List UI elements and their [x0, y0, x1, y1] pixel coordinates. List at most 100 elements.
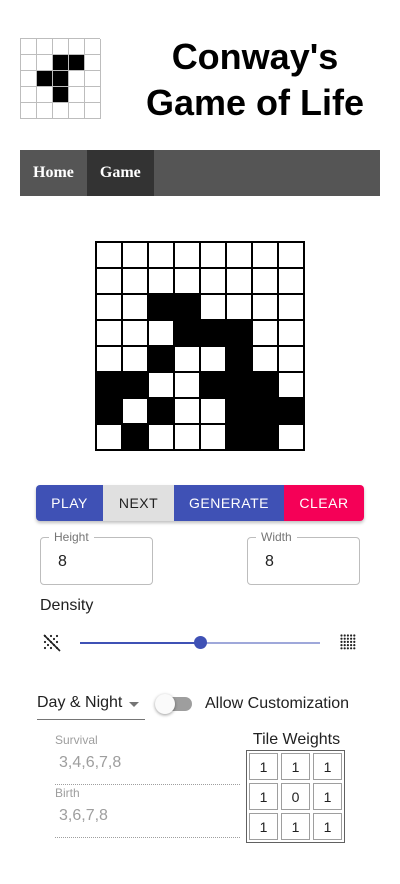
board-cell-dead[interactable] — [227, 269, 251, 293]
height-value[interactable]: 8 — [58, 553, 67, 571]
board-cell-dead[interactable] — [97, 347, 121, 371]
board-cell-alive[interactable] — [201, 321, 225, 345]
board-cell-dead[interactable] — [97, 425, 121, 449]
board-cell-alive[interactable] — [149, 295, 173, 319]
board-cell-dead[interactable] — [279, 243, 303, 267]
logo-cell — [37, 87, 53, 103]
tile-weight-cell: 1 — [249, 813, 278, 840]
width-value[interactable]: 8 — [265, 553, 274, 571]
board-cell-alive[interactable] — [175, 295, 199, 319]
board-cell-dead[interactable] — [175, 399, 199, 423]
width-label: Width — [256, 530, 297, 544]
board-cell-dead[interactable] — [97, 243, 121, 267]
board-cell-alive[interactable] — [123, 373, 147, 397]
board-cell-dead[interactable] — [97, 295, 121, 319]
clear-button[interactable]: CLEAR — [284, 485, 364, 521]
rule-select[interactable]: Day & Night — [37, 692, 145, 720]
tile-weight-cell: 0 — [281, 783, 310, 810]
generate-button[interactable]: GENERATE — [174, 485, 284, 521]
board-cell-dead[interactable] — [149, 243, 173, 267]
board-cell-dead[interactable] — [175, 269, 199, 293]
nav-game[interactable]: Game — [86, 150, 154, 196]
board-cell-alive[interactable] — [123, 425, 147, 449]
play-button[interactable]: PLAY — [36, 485, 103, 521]
board-cell-dead[interactable] — [175, 425, 199, 449]
board-cell-dead[interactable] — [253, 295, 277, 319]
board-cell-dead[interactable] — [201, 269, 225, 293]
rule-select-value: Day & Night — [37, 694, 123, 711]
board-cell-dead[interactable] — [123, 243, 147, 267]
board-cell-alive[interactable] — [227, 399, 251, 423]
board-cell-dead[interactable] — [279, 295, 303, 319]
board-cell-dead[interactable] — [123, 347, 147, 371]
board-cell-dead[interactable] — [227, 295, 251, 319]
board-cell-alive[interactable] — [227, 373, 251, 397]
board-cell-dead[interactable] — [123, 295, 147, 319]
board-cell-dead[interactable] — [175, 347, 199, 371]
board-cell-dead[interactable] — [279, 425, 303, 449]
board-cell-dead[interactable] — [279, 269, 303, 293]
sparse-dots-icon — [43, 634, 61, 652]
board-cell-alive[interactable] — [175, 321, 199, 345]
game-board[interactable] — [95, 241, 305, 451]
board-cell-alive[interactable] — [97, 373, 121, 397]
logo-cell — [69, 103, 85, 119]
board-cell-alive[interactable] — [279, 399, 303, 423]
logo-cell — [69, 39, 85, 55]
board-cell-dead[interactable] — [149, 373, 173, 397]
board-cell-alive[interactable] — [149, 347, 173, 371]
board-cell-alive[interactable] — [97, 399, 121, 423]
board-cell-dead[interactable] — [201, 295, 225, 319]
board-cell-dead[interactable] — [253, 321, 277, 345]
board-cell-dead[interactable] — [201, 399, 225, 423]
logo-cell — [37, 55, 53, 71]
board-cell-dead[interactable] — [175, 373, 199, 397]
logo-cell — [53, 103, 69, 119]
board-cell-dead[interactable] — [97, 269, 121, 293]
board-cell-dead[interactable] — [175, 243, 199, 267]
tile-weight-cell: 1 — [313, 753, 342, 780]
board-cell-dead[interactable] — [123, 321, 147, 345]
logo — [20, 38, 101, 119]
birth-label: Birth — [55, 786, 80, 800]
board-cell-alive[interactable] — [149, 399, 173, 423]
board-cell-alive[interactable] — [227, 347, 251, 371]
logo-cell — [37, 103, 53, 119]
board-cell-alive[interactable] — [253, 399, 277, 423]
board-cell-alive[interactable] — [227, 425, 251, 449]
board-cell-alive[interactable] — [253, 425, 277, 449]
board-cell-dead[interactable] — [201, 243, 225, 267]
board-cell-dead[interactable] — [149, 321, 173, 345]
logo-cell — [85, 39, 101, 55]
nav-home[interactable]: Home — [20, 150, 87, 196]
board-cell-dead[interactable] — [279, 373, 303, 397]
board-cell-dead[interactable] — [279, 347, 303, 371]
board-cell-dead[interactable] — [253, 243, 277, 267]
board-cell-dead[interactable] — [201, 425, 225, 449]
tile-weight-cell: 1 — [281, 813, 310, 840]
board-cell-dead[interactable] — [97, 321, 121, 345]
customize-toggle[interactable] — [155, 694, 193, 714]
board-cell-dead[interactable] — [227, 243, 251, 267]
board-cell-dead[interactable] — [253, 269, 277, 293]
board-cell-dead[interactable] — [253, 347, 277, 371]
board-cell-alive[interactable] — [253, 373, 277, 397]
logo-cell — [21, 87, 37, 103]
board-cell-dead[interactable] — [201, 347, 225, 371]
page-title: Conway's Game of Life — [120, 34, 390, 126]
logo-cell — [69, 87, 85, 103]
logo-cell — [37, 71, 53, 87]
height-field[interactable]: Height 8 — [40, 530, 153, 585]
next-button[interactable]: NEXT — [103, 485, 174, 521]
board-cell-dead[interactable] — [123, 269, 147, 293]
board-cell-dead[interactable] — [279, 321, 303, 345]
density-slider-thumb[interactable] — [193, 636, 207, 649]
board-cell-dead[interactable] — [149, 425, 173, 449]
board-cell-dead[interactable] — [123, 399, 147, 423]
birth-value: 3,6,7,8 — [59, 807, 108, 824]
logo-cell — [85, 71, 101, 87]
width-field[interactable]: Width 8 — [247, 530, 360, 585]
board-cell-alive[interactable] — [227, 321, 251, 345]
board-cell-dead[interactable] — [149, 269, 173, 293]
board-cell-alive[interactable] — [201, 373, 225, 397]
